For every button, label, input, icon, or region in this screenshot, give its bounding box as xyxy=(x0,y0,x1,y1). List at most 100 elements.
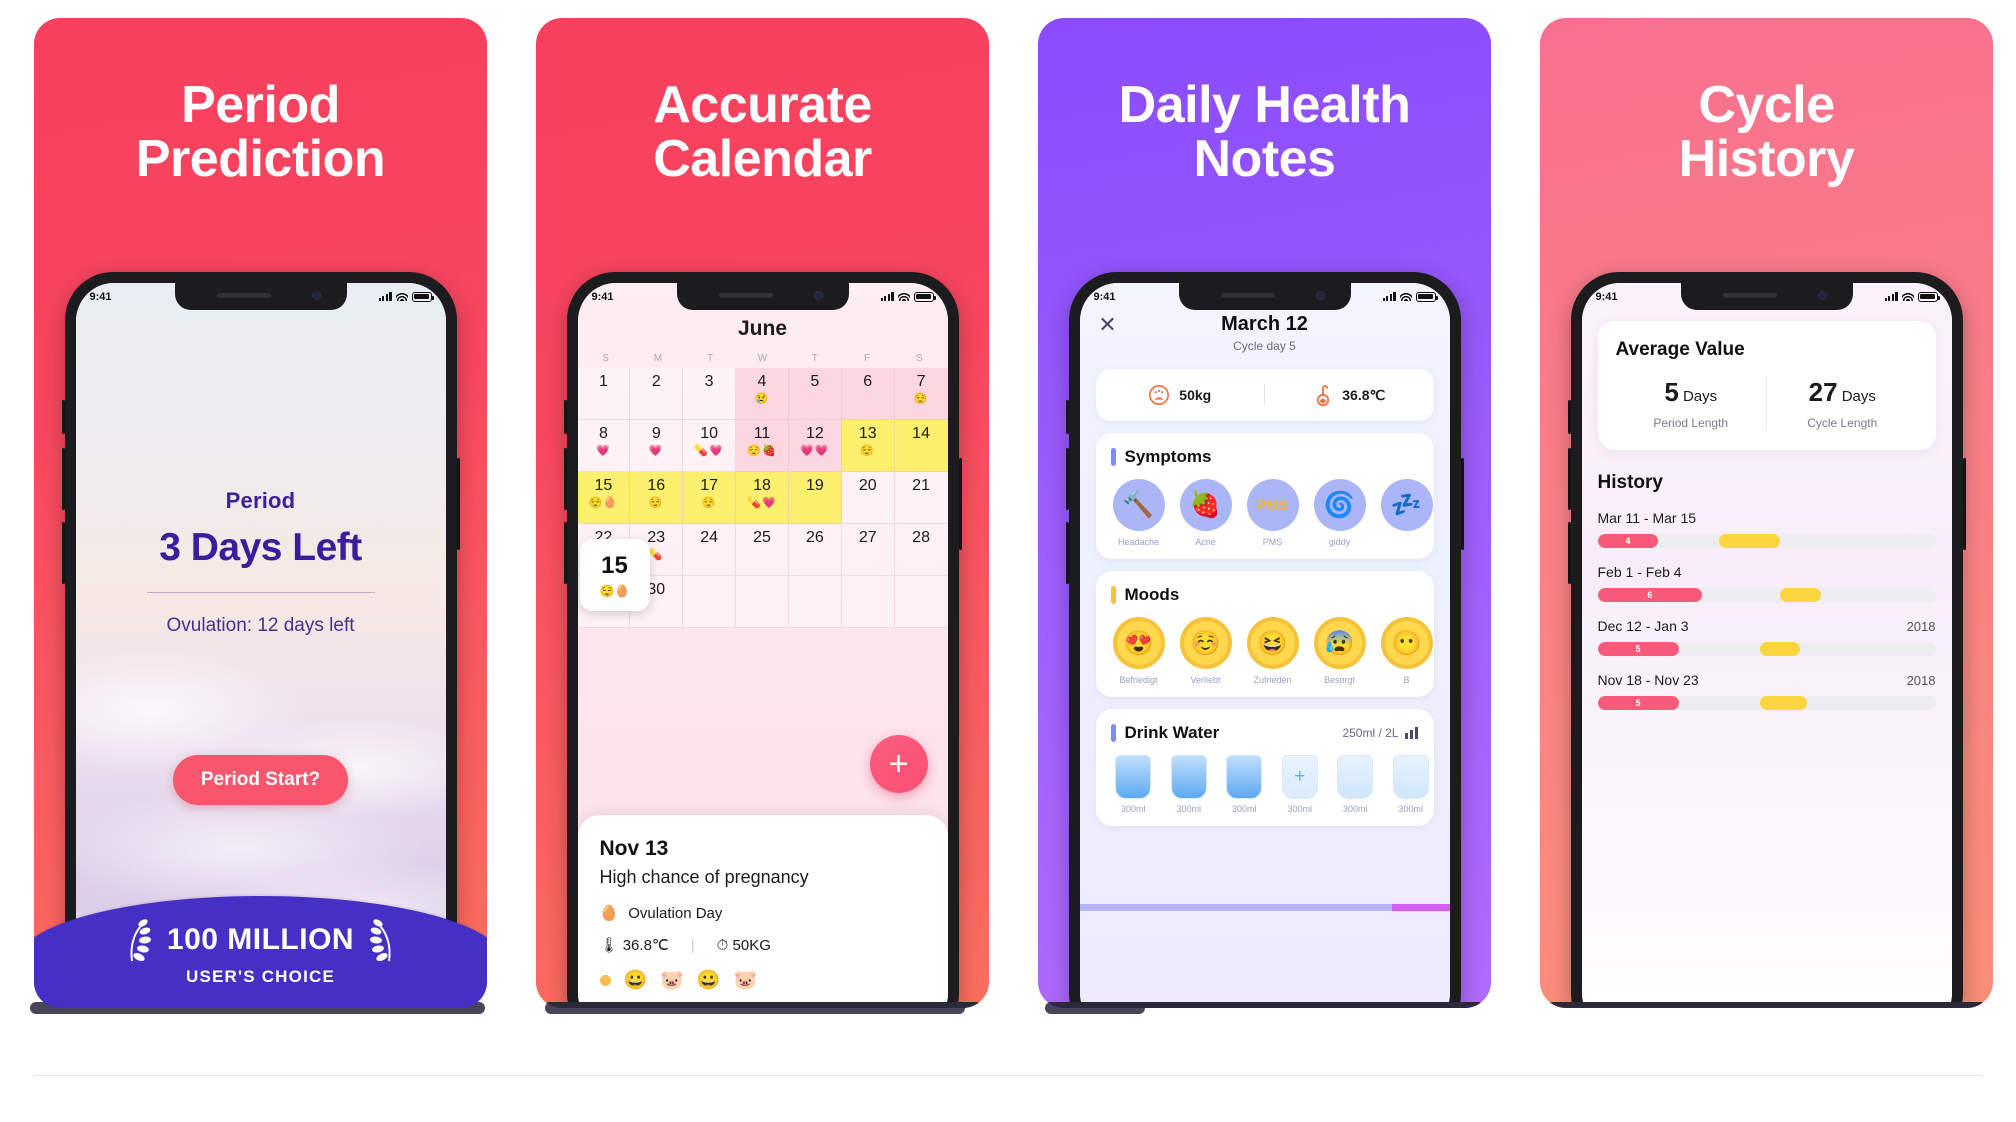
calendar-day-number: 26 xyxy=(805,529,824,546)
calendar-day-cell[interactable]: 2 xyxy=(630,368,684,420)
calendar-day-cell[interactable]: 8 💗 xyxy=(577,420,631,472)
water-glass-label: 300ml xyxy=(1398,804,1423,814)
calendar-day-cell[interactable]: 1 xyxy=(577,368,631,420)
period-label: Period xyxy=(225,488,296,513)
history-row[interactable]: Feb 1 - Feb 4 6 xyxy=(1597,564,1936,602)
calendar-day-cell[interactable]: 3 xyxy=(683,368,737,420)
symptom-item[interactable]: 🌀 giddy xyxy=(1312,479,1368,547)
calendar-day-marks: 😌🍓 xyxy=(747,444,777,457)
symptom-item[interactable]: PMS PMS xyxy=(1245,479,1301,547)
cycle-length-value-wrap: 27 Days xyxy=(1767,377,1918,408)
cycle-history-screen: Average Value 5 Days Period Length 27 Da… xyxy=(1581,283,1952,1008)
calendar-day-number: 4 xyxy=(757,373,767,390)
symptom-item[interactable]: 🍓 Acne xyxy=(1178,479,1234,547)
mood-label: Zufrieden xyxy=(1253,675,1292,685)
ovulation-row: 🥚 Ovulation Day xyxy=(600,904,926,923)
calendar-day-cell[interactable]: 19 xyxy=(788,472,842,524)
water-glass[interactable]: 300ml xyxy=(1333,755,1379,814)
water-header: Drink Water 250ml / 2L xyxy=(1096,723,1434,743)
volume-down-button[interactable] xyxy=(1065,522,1069,584)
cycle-length-value: 27 xyxy=(1808,377,1838,407)
calendar-day-cell[interactable]: 7 😌 xyxy=(894,368,948,420)
period-length-stat: 5 Days Period Length xyxy=(1616,377,1767,430)
water-glass-label: 300ml xyxy=(1120,804,1146,814)
calendar-day-cell[interactable]: 4 😢 xyxy=(736,368,789,420)
health-notes-screen: ✕ March 12 Cycle day 5 50kg 36.8℃ Sympto… xyxy=(1079,283,1450,1008)
section-accent-bar xyxy=(1110,448,1116,466)
history-section: History Mar 11 - Mar 15 4 Feb 1 - Feb 4 6 De… xyxy=(1597,472,1936,710)
temperature-metric[interactable]: 36.8℃ xyxy=(1265,383,1434,407)
water-glass[interactable]: 300ml xyxy=(1222,755,1268,814)
calendar-day-cell[interactable]: 16 😌 xyxy=(630,472,684,524)
divider xyxy=(146,592,375,593)
calendar-day-cell[interactable]: 27 xyxy=(841,524,895,576)
calendar-day-cell[interactable]: 13 😌 xyxy=(841,420,895,472)
calendar-day-cell[interactable]: 26 xyxy=(788,524,842,576)
calendar-day-cell[interactable]: 18 💊💗 xyxy=(736,472,789,524)
calendar-day-cell[interactable]: 5 xyxy=(788,368,842,420)
history-row[interactable]: Mar 11 - Mar 15 4 xyxy=(1597,510,1936,548)
weight-metric[interactable]: 50kg xyxy=(1096,384,1265,406)
average-value-title: Average Value xyxy=(1615,339,1745,360)
calendar-day-cell[interactable]: 10 💊💗 xyxy=(683,420,737,472)
water-glasses-list: 300ml 300ml 300ml +300ml 300ml 300ml xyxy=(1096,743,1434,814)
mood-item[interactable]: ☺️ Verliebt xyxy=(1178,617,1234,685)
calendar-day-cell[interactable]: 14 xyxy=(894,420,948,472)
calendar-day-cell[interactable]: 11 😌🍓 xyxy=(736,420,789,472)
panel-base-shadow xyxy=(542,1002,983,1008)
volume-down-button[interactable] xyxy=(1567,522,1571,584)
power-button[interactable] xyxy=(1962,458,1966,550)
average-columns: 5 Days Period Length 27 Days Cycle Lengt… xyxy=(1616,377,1918,430)
volume-down-button[interactable] xyxy=(563,522,567,584)
history-row-header: Mar 11 - Mar 15 xyxy=(1598,510,1936,526)
calendar-day-cell[interactable]: 25 xyxy=(736,524,789,576)
mood-icon: 😶 xyxy=(1380,617,1433,669)
mood-item[interactable]: 😰 Besorgt xyxy=(1312,617,1368,685)
calendar-day-cell[interactable]: 12 💗💗 xyxy=(788,420,842,472)
status-indicators xyxy=(1382,291,1438,302)
history-row[interactable]: Dec 12 - Jan 3 2018 5 xyxy=(1597,618,1936,656)
calendar-day-cell[interactable]: 17 😌 xyxy=(683,472,737,524)
mood-icon: ☺️ xyxy=(1179,617,1232,669)
mood-label: Verliebt xyxy=(1190,675,1221,685)
cycle-length-unit: Days xyxy=(1841,388,1876,405)
calendar-day-cell[interactable]: 28 xyxy=(894,524,948,576)
history-row[interactable]: Nov 18 - Nov 23 2018 5 xyxy=(1597,672,1936,710)
water-glass-label: 300ml xyxy=(1342,804,1368,814)
calendar-day-cell[interactable]: 21 xyxy=(894,472,948,524)
calendar-day-cell[interactable]: 15 😌🥚 xyxy=(577,472,631,524)
add-entry-button[interactable]: + xyxy=(869,735,928,793)
water-glass[interactable]: 300ml xyxy=(1111,755,1157,814)
calendar-day-cell[interactable]: 9 💗 xyxy=(630,420,684,472)
period-start-button[interactable]: Period Start? xyxy=(172,755,349,805)
selected-day-chip[interactable]: 15 😌🥚 xyxy=(579,539,650,611)
symptom-icon: 🌀 xyxy=(1313,479,1366,531)
weekday-label: W xyxy=(757,353,768,364)
status-time: 9:41 xyxy=(1595,290,1618,303)
scale-icon: ⏱ xyxy=(716,936,729,954)
mood-emoji-3: 😀 xyxy=(696,970,721,991)
water-glass[interactable]: +300ml xyxy=(1277,755,1323,814)
water-glass[interactable]: 300ml xyxy=(1388,755,1434,814)
calendar-day-cell[interactable]: 6 xyxy=(841,368,895,420)
water-glass[interactable]: 300ml xyxy=(1166,755,1212,814)
calendar-day-cell[interactable]: 20 xyxy=(841,472,895,524)
mood-item[interactable]: 😆 Zufrieden xyxy=(1245,617,1301,685)
mood-item[interactable]: 😍 Befriedigt xyxy=(1111,617,1167,685)
calendar-day-number: 11 xyxy=(753,425,771,442)
close-icon[interactable]: ✕ xyxy=(1098,314,1118,336)
calendar-day-cell-empty xyxy=(894,576,948,628)
weekday-label: S xyxy=(916,353,923,364)
power-button[interactable] xyxy=(1460,458,1464,550)
mood-emoji-1: 😀 xyxy=(623,970,648,991)
mood-item[interactable]: 😶 B xyxy=(1379,617,1434,685)
scroll-progress-bar[interactable] xyxy=(1079,904,1450,911)
volume-down-button[interactable] xyxy=(61,522,65,584)
power-button[interactable] xyxy=(456,458,460,550)
calendar-day-number: 24 xyxy=(700,529,719,546)
symptom-item[interactable]: 🔨 Headache xyxy=(1111,479,1167,547)
calendar-day-cell[interactable]: 24 xyxy=(683,524,737,576)
symptom-item[interactable]: 💤 xyxy=(1379,479,1434,547)
water-title: Drink Water xyxy=(1124,723,1220,742)
power-button[interactable] xyxy=(958,458,962,550)
